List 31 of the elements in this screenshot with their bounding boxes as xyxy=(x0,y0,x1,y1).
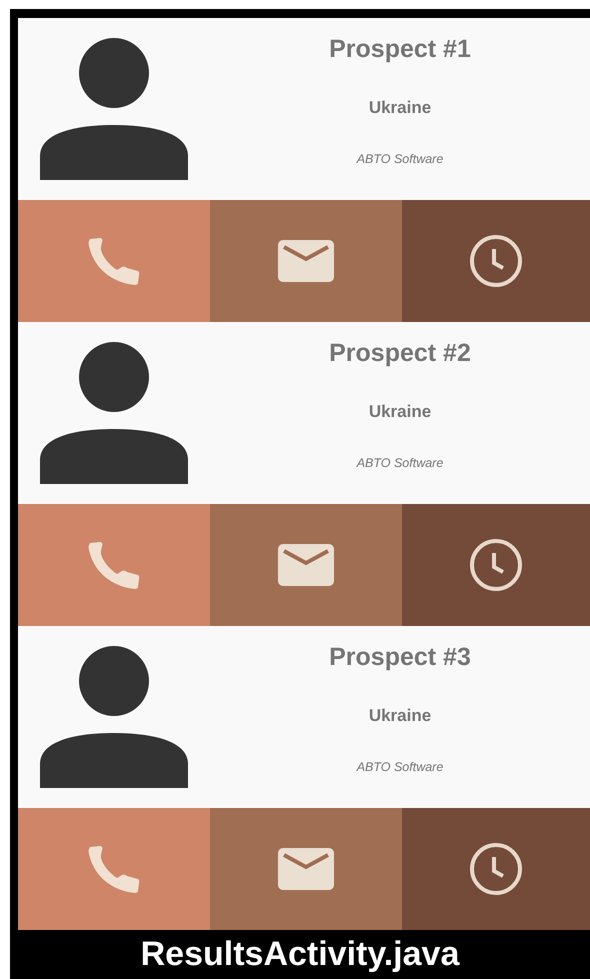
prospect-company: ABTO Software xyxy=(356,760,444,774)
history-button[interactable] xyxy=(402,504,590,626)
prospect-country: Ukraine xyxy=(368,402,432,422)
history-button[interactable] xyxy=(402,200,590,322)
clock-icon xyxy=(468,539,524,591)
prospect-country: Ukraine xyxy=(368,98,432,118)
call-button[interactable] xyxy=(18,808,210,930)
prospect-company: ABTO Software xyxy=(356,456,444,470)
person-icon xyxy=(40,38,188,180)
clock-icon xyxy=(468,235,524,287)
history-button[interactable] xyxy=(402,808,590,930)
phone-icon xyxy=(88,541,140,589)
phone-icon xyxy=(88,845,140,893)
clock-icon xyxy=(468,843,524,895)
envelope-icon xyxy=(278,848,334,890)
call-button[interactable] xyxy=(18,200,210,322)
email-button[interactable] xyxy=(210,504,402,626)
person-icon xyxy=(40,646,188,788)
email-button[interactable] xyxy=(210,808,402,930)
prospect-country: Ukraine xyxy=(368,706,432,726)
envelope-icon xyxy=(278,240,334,282)
prospect-name: Prospect #3 xyxy=(329,643,471,672)
call-button[interactable] xyxy=(18,504,210,626)
prospect-name: Prospect #2 xyxy=(329,339,471,368)
email-button[interactable] xyxy=(210,200,402,322)
phone-icon xyxy=(88,237,140,285)
prospect-name: Prospect #1 xyxy=(329,35,471,64)
prospect-company: ABTO Software xyxy=(356,152,444,166)
caption-text: ResultsActivity.java xyxy=(140,934,461,975)
person-icon xyxy=(40,342,188,484)
envelope-icon xyxy=(278,544,334,586)
